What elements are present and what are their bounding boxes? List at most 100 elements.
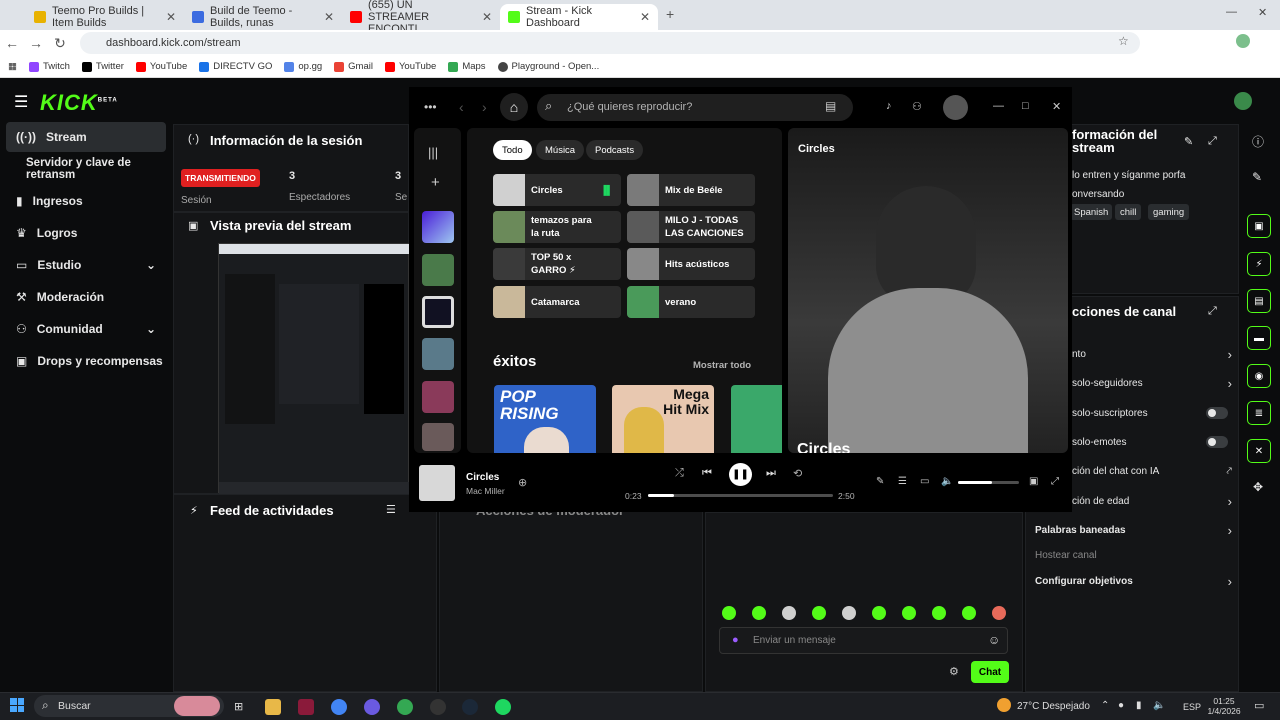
clock[interactable]: 01:25 1/4/2026 bbox=[1206, 696, 1242, 716]
sidebar-item-stream[interactable]: ((·)) Stream bbox=[6, 122, 166, 152]
library-item-icon[interactable] bbox=[422, 423, 454, 451]
spotify-icon[interactable] bbox=[495, 699, 511, 715]
menu-icon[interactable]: ☰ bbox=[14, 92, 28, 112]
maximize-icon[interactable]: □ bbox=[1022, 100, 1029, 112]
shortcut-card[interactable]: Mix de Beéle bbox=[627, 174, 755, 206]
rail-button-icon[interactable]: ▣ bbox=[1247, 214, 1271, 238]
fullscreen-icon[interactable]: ⤢ bbox=[1051, 476, 1059, 487]
shortcut-card[interactable]: MILO J - TODAS LAS CANCIONES bbox=[627, 211, 755, 243]
bookmark[interactable]: Twitch bbox=[28, 61, 70, 72]
bookmark[interactable]: DIRECTV GO bbox=[199, 61, 272, 72]
repeat-icon[interactable]: ⟲ bbox=[793, 467, 802, 480]
bookmark[interactable]: op.gg bbox=[284, 61, 322, 72]
bookmark[interactable]: Playground - Open... bbox=[497, 61, 599, 72]
apps-icon[interactable]: ✥ bbox=[1253, 480, 1263, 494]
minimize-icon[interactable]: — bbox=[1226, 6, 1237, 18]
close-tab-icon[interactable]: ✕ bbox=[482, 10, 492, 24]
browser-tab[interactable]: Teemo Pro Builds | Item Builds ✕ bbox=[26, 4, 184, 30]
add-to-library-icon[interactable]: ⊕ bbox=[518, 476, 527, 489]
shortcut-card[interactable]: Hits acústicos bbox=[627, 248, 755, 280]
sidebar-item-estudio[interactable]: ▭ Estudio ⌄ bbox=[6, 250, 166, 280]
channel-action-row[interactable]: ción del chat con IA ⤤ bbox=[1072, 461, 1232, 481]
emote-icon[interactable] bbox=[992, 606, 1006, 620]
emoji-icon[interactable]: ☺ bbox=[988, 633, 1000, 647]
emote-icon[interactable] bbox=[812, 606, 826, 620]
bookmark[interactable]: YouTube bbox=[384, 61, 436, 72]
toggle-switch[interactable] bbox=[1206, 407, 1228, 419]
browse-icon[interactable]: ▤ bbox=[825, 99, 836, 113]
previous-icon[interactable]: ⏮ bbox=[702, 467, 712, 480]
shortcut-card[interactable]: temazos para la ruta bbox=[493, 211, 621, 243]
playlist-card[interactable]: POP RISING bbox=[494, 385, 596, 453]
weather-text[interactable]: 27°C Despejado bbox=[1017, 701, 1090, 712]
next-icon[interactable]: ⏭ bbox=[766, 467, 776, 480]
devices-icon[interactable]: ▭ bbox=[920, 476, 929, 487]
bell-icon[interactable]: ♪ bbox=[886, 100, 892, 112]
browser-tab[interactable]: Build de Teemo - Builds, runas ✕ bbox=[184, 4, 342, 30]
library-item-icon[interactable] bbox=[422, 381, 454, 413]
kick-logo[interactable]: KICKBETA bbox=[40, 90, 118, 116]
emote-icon[interactable] bbox=[782, 606, 796, 620]
channel-action-row[interactable]: solo-seguidores › bbox=[1072, 373, 1232, 393]
chrome-icon[interactable] bbox=[331, 699, 347, 715]
library-icon[interactable]: ||| bbox=[428, 145, 438, 160]
shortcut-card[interactable]: TOP 50 x GARRO ⚡ bbox=[493, 248, 621, 280]
emote-icon[interactable] bbox=[962, 606, 976, 620]
now-playing-view-icon[interactable]: ✎ bbox=[876, 476, 884, 487]
app-icon[interactable] bbox=[298, 699, 314, 715]
windows-start-icon[interactable] bbox=[10, 698, 24, 712]
emote-icon[interactable] bbox=[872, 606, 886, 620]
playlist-card[interactable]: Mega Hit Mix bbox=[612, 385, 714, 453]
lightning-icon[interactable]: ⚡ bbox=[1247, 252, 1271, 276]
sidebar-item-ingresos[interactable]: ▮ Ingresos bbox=[6, 186, 166, 216]
liked-songs-icon[interactable] bbox=[422, 211, 454, 243]
broadcast-icon[interactable]: ◉ bbox=[1247, 364, 1271, 388]
channel-action-row[interactable]: ción de edad › bbox=[1072, 491, 1232, 511]
filter-chip-todo[interactable]: Todo bbox=[493, 140, 532, 160]
friends-icon[interactable]: ⚇ bbox=[912, 100, 922, 113]
browser-tab-active[interactable]: Stream - Kick Dashboard ✕ bbox=[500, 4, 658, 30]
star-icon[interactable]: ☆ bbox=[1118, 34, 1129, 48]
mini-player-icon[interactable]: ▣ bbox=[1029, 476, 1038, 487]
library-item-icon[interactable] bbox=[422, 338, 454, 370]
reload-icon[interactable]: ↻ bbox=[48, 35, 72, 52]
emote-icon[interactable] bbox=[752, 606, 766, 620]
close-tab-icon[interactable]: ✕ bbox=[166, 10, 176, 24]
section-title[interactable]: éxitos bbox=[493, 353, 536, 370]
notifications-icon[interactable]: ▭ bbox=[1254, 699, 1264, 712]
more-icon[interactable]: ••• bbox=[424, 100, 437, 114]
popout-icon[interactable]: ⤢ bbox=[1208, 305, 1217, 318]
edit-icon[interactable]: ✎ bbox=[1184, 135, 1193, 148]
channel-action-row[interactable]: solo-suscriptores bbox=[1072, 403, 1232, 423]
minimize-icon[interactable]: — bbox=[993, 100, 1004, 112]
filter-icon[interactable]: ☰ bbox=[386, 503, 396, 516]
edit-icon[interactable]: ✎ bbox=[1252, 170, 1262, 184]
mic-icon[interactable]: ● bbox=[1118, 700, 1124, 711]
url-field[interactable]: dashboard.kick.com/stream bbox=[80, 32, 1140, 54]
add-icon[interactable]: + bbox=[431, 174, 440, 191]
obs-icon[interactable] bbox=[430, 699, 446, 715]
avatar[interactable] bbox=[1236, 34, 1250, 48]
channel-action-row[interactable]: nto › bbox=[1072, 344, 1232, 364]
channel-action-row[interactable]: solo-emotes bbox=[1072, 432, 1232, 452]
show-all-link[interactable]: Mostrar todo bbox=[693, 360, 751, 371]
taskbar-search[interactable]: ⌕ Buscar bbox=[34, 695, 224, 717]
filter-chip-podcasts[interactable]: Podcasts bbox=[586, 140, 644, 160]
app-icon[interactable] bbox=[364, 699, 380, 715]
emote-icon[interactable] bbox=[902, 606, 916, 620]
new-tab-icon[interactable]: + bbox=[666, 6, 674, 22]
emote-icon[interactable] bbox=[932, 606, 946, 620]
avatar[interactable] bbox=[943, 95, 968, 120]
bookmark[interactable]: YouTube bbox=[135, 61, 187, 72]
sidebar-item-comunidad[interactable]: ⚇ Comunidad ⌄ bbox=[6, 314, 166, 344]
avatar[interactable] bbox=[1234, 92, 1252, 110]
home-icon[interactable]: ⌂ bbox=[500, 93, 528, 121]
chat-icon[interactable]: ▬ bbox=[1247, 326, 1271, 350]
close-tab-icon[interactable]: ✕ bbox=[640, 10, 650, 24]
mic-icon[interactable]: ● bbox=[732, 634, 739, 646]
chat-send-button[interactable]: Chat bbox=[971, 661, 1009, 683]
track-title[interactable]: Circles bbox=[466, 472, 499, 483]
back-icon[interactable]: ‹ bbox=[459, 99, 464, 115]
document-icon[interactable]: ▤ bbox=[1247, 289, 1271, 313]
bookmark[interactable]: Maps bbox=[448, 61, 486, 72]
